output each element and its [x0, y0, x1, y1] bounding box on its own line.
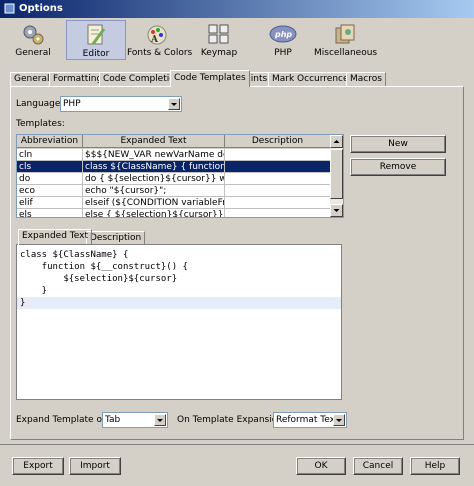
gears-icon: [23, 25, 44, 45]
language-value: PHP: [63, 99, 81, 109]
abbreviation-cell: do: [17, 173, 83, 185]
description-cell: [225, 161, 331, 173]
tab-expanded-text[interactable]: Expanded Text: [18, 229, 92, 245]
description-cell: [225, 185, 331, 197]
ok-button[interactable]: OK: [296, 457, 346, 475]
cancel-button[interactable]: Cancel: [353, 457, 403, 475]
tab-description[interactable]: Description: [86, 231, 146, 245]
expanded-text-cell: do { ${selection}${cursor}} whil...: [83, 173, 225, 185]
scroll-down-button[interactable]: [330, 204, 343, 217]
table-row[interactable]: do do { ${selection}${cursor}} whil...: [17, 173, 331, 185]
options-window-icon: [4, 3, 15, 14]
remove-button[interactable]: Remove: [350, 158, 446, 176]
expanded-text-cell: class ${ClassName} { function $...: [83, 161, 225, 173]
svg-text:php: php: [274, 30, 292, 39]
category-label: PHP: [274, 48, 292, 58]
expanded-text-cell: echo "${cursor}";: [83, 185, 225, 197]
expand-on-select[interactable]: Tab: [102, 412, 168, 428]
table-scrollbar[interactable]: [330, 135, 343, 217]
php-icon: php: [269, 25, 297, 43]
description-cell: [225, 149, 331, 161]
category-label: Fonts & Colors: [127, 48, 193, 58]
language-select[interactable]: PHP: [60, 96, 182, 112]
expand-on-value: Tab: [105, 415, 121, 425]
templates-table[interactable]: Abbreviation Expanded Text Description c…: [16, 134, 344, 218]
category-label: Miscellaneous: [314, 48, 378, 58]
editor-icon: [87, 24, 106, 45]
expand-on-label: Expand Template on:: [16, 415, 111, 425]
miscellaneous-icon: [335, 24, 355, 44]
scroll-thumb[interactable]: [330, 149, 343, 199]
column-header-abbreviation[interactable]: Abbreviation: [17, 135, 83, 148]
chevron-down-icon[interactable]: [154, 414, 166, 426]
table-header: Abbreviation Expanded Text Description: [17, 135, 331, 149]
table-row[interactable]: cln $$${NEW_VAR newVarName defa...: [17, 149, 331, 161]
chevron-down-icon[interactable]: [333, 414, 345, 426]
column-header-expanded-text[interactable]: Expanded Text: [83, 135, 225, 148]
code-line: ${selection}${cursor}: [20, 274, 178, 284]
category-label: Keymap: [200, 48, 238, 58]
on-expansion-label: On Template Expansion:: [177, 415, 286, 425]
window-title: Options: [19, 3, 63, 14]
divider: [0, 444, 474, 445]
language-label: Language:: [16, 99, 64, 109]
description-cell: [225, 197, 331, 209]
import-button[interactable]: Import: [69, 457, 121, 475]
category-miscellaneous[interactable]: Miscellaneous: [314, 20, 378, 60]
category-toolbar: General Editor A Fonts & Colors Keymap p…: [0, 18, 474, 62]
abbreviation-cell: cls: [17, 161, 83, 173]
templates-label: Templates:: [16, 119, 65, 129]
category-php[interactable]: php PHP: [263, 20, 303, 60]
expanded-text-cell: else { ${selection}${cursor}}: [83, 209, 225, 217]
code-line: function ${__construct}() {: [20, 262, 188, 272]
table-row-selected[interactable]: cls class ${ClassName} { function $...: [17, 161, 331, 173]
column-header-description[interactable]: Description: [225, 135, 331, 148]
template-code-editor[interactable]: class ${ClassName} { function ${__constr…: [16, 244, 342, 400]
category-label: General: [15, 48, 51, 58]
description-cell: [225, 209, 331, 217]
new-button[interactable]: New: [350, 135, 446, 153]
code-line: }: [20, 286, 48, 296]
table-row[interactable]: eco echo "${cursor}";: [17, 185, 331, 197]
tab-general[interactable]: General: [10, 72, 54, 86]
help-button[interactable]: Help: [410, 457, 460, 475]
chevron-down-icon[interactable]: [168, 98, 180, 110]
category-editor[interactable]: Editor: [66, 20, 126, 60]
tab-code-templates[interactable]: Code Templates: [170, 70, 250, 87]
title-bar: Options: [0, 0, 474, 18]
on-expansion-value: Reformat Text: [276, 415, 339, 425]
chevron-up-icon: [333, 140, 340, 143]
fonts-colors-icon: A: [147, 25, 167, 45]
description-cell: [225, 173, 331, 185]
tab-formatting[interactable]: Formatting: [49, 72, 107, 86]
abbreviation-cell: elif: [17, 197, 83, 209]
expanded-text-cell: $$${NEW_VAR newVarName defa...: [83, 149, 225, 161]
category-fonts-colors[interactable]: A Fonts & Colors: [127, 20, 193, 60]
tab-mark-occurrences[interactable]: Mark Occurrences: [268, 72, 358, 86]
table-row[interactable]: elif elseif (${CONDITION variableFro...: [17, 197, 331, 209]
abbreviation-cell: els: [17, 209, 83, 217]
table-row[interactable]: els else { ${selection}${cursor}}: [17, 209, 331, 217]
keymap-icon: [208, 24, 229, 44]
svg-text:A: A: [150, 35, 159, 45]
code-line: class ${ClassName} {: [20, 250, 129, 260]
category-keymap[interactable]: Keymap: [196, 20, 242, 60]
category-general[interactable]: General: [10, 20, 56, 60]
export-button[interactable]: Export: [12, 457, 64, 475]
scroll-up-button[interactable]: [330, 135, 343, 148]
code-line-current: }: [17, 297, 341, 309]
category-label: Editor: [82, 49, 110, 59]
chevron-down-icon: [333, 209, 340, 212]
abbreviation-cell: cln: [17, 149, 83, 161]
expanded-text-cell: elseif (${CONDITION variableFro...: [83, 197, 225, 209]
abbreviation-cell: eco: [17, 185, 83, 197]
on-expansion-select[interactable]: Reformat Text: [273, 412, 347, 428]
tab-macros[interactable]: Macros: [346, 72, 386, 86]
